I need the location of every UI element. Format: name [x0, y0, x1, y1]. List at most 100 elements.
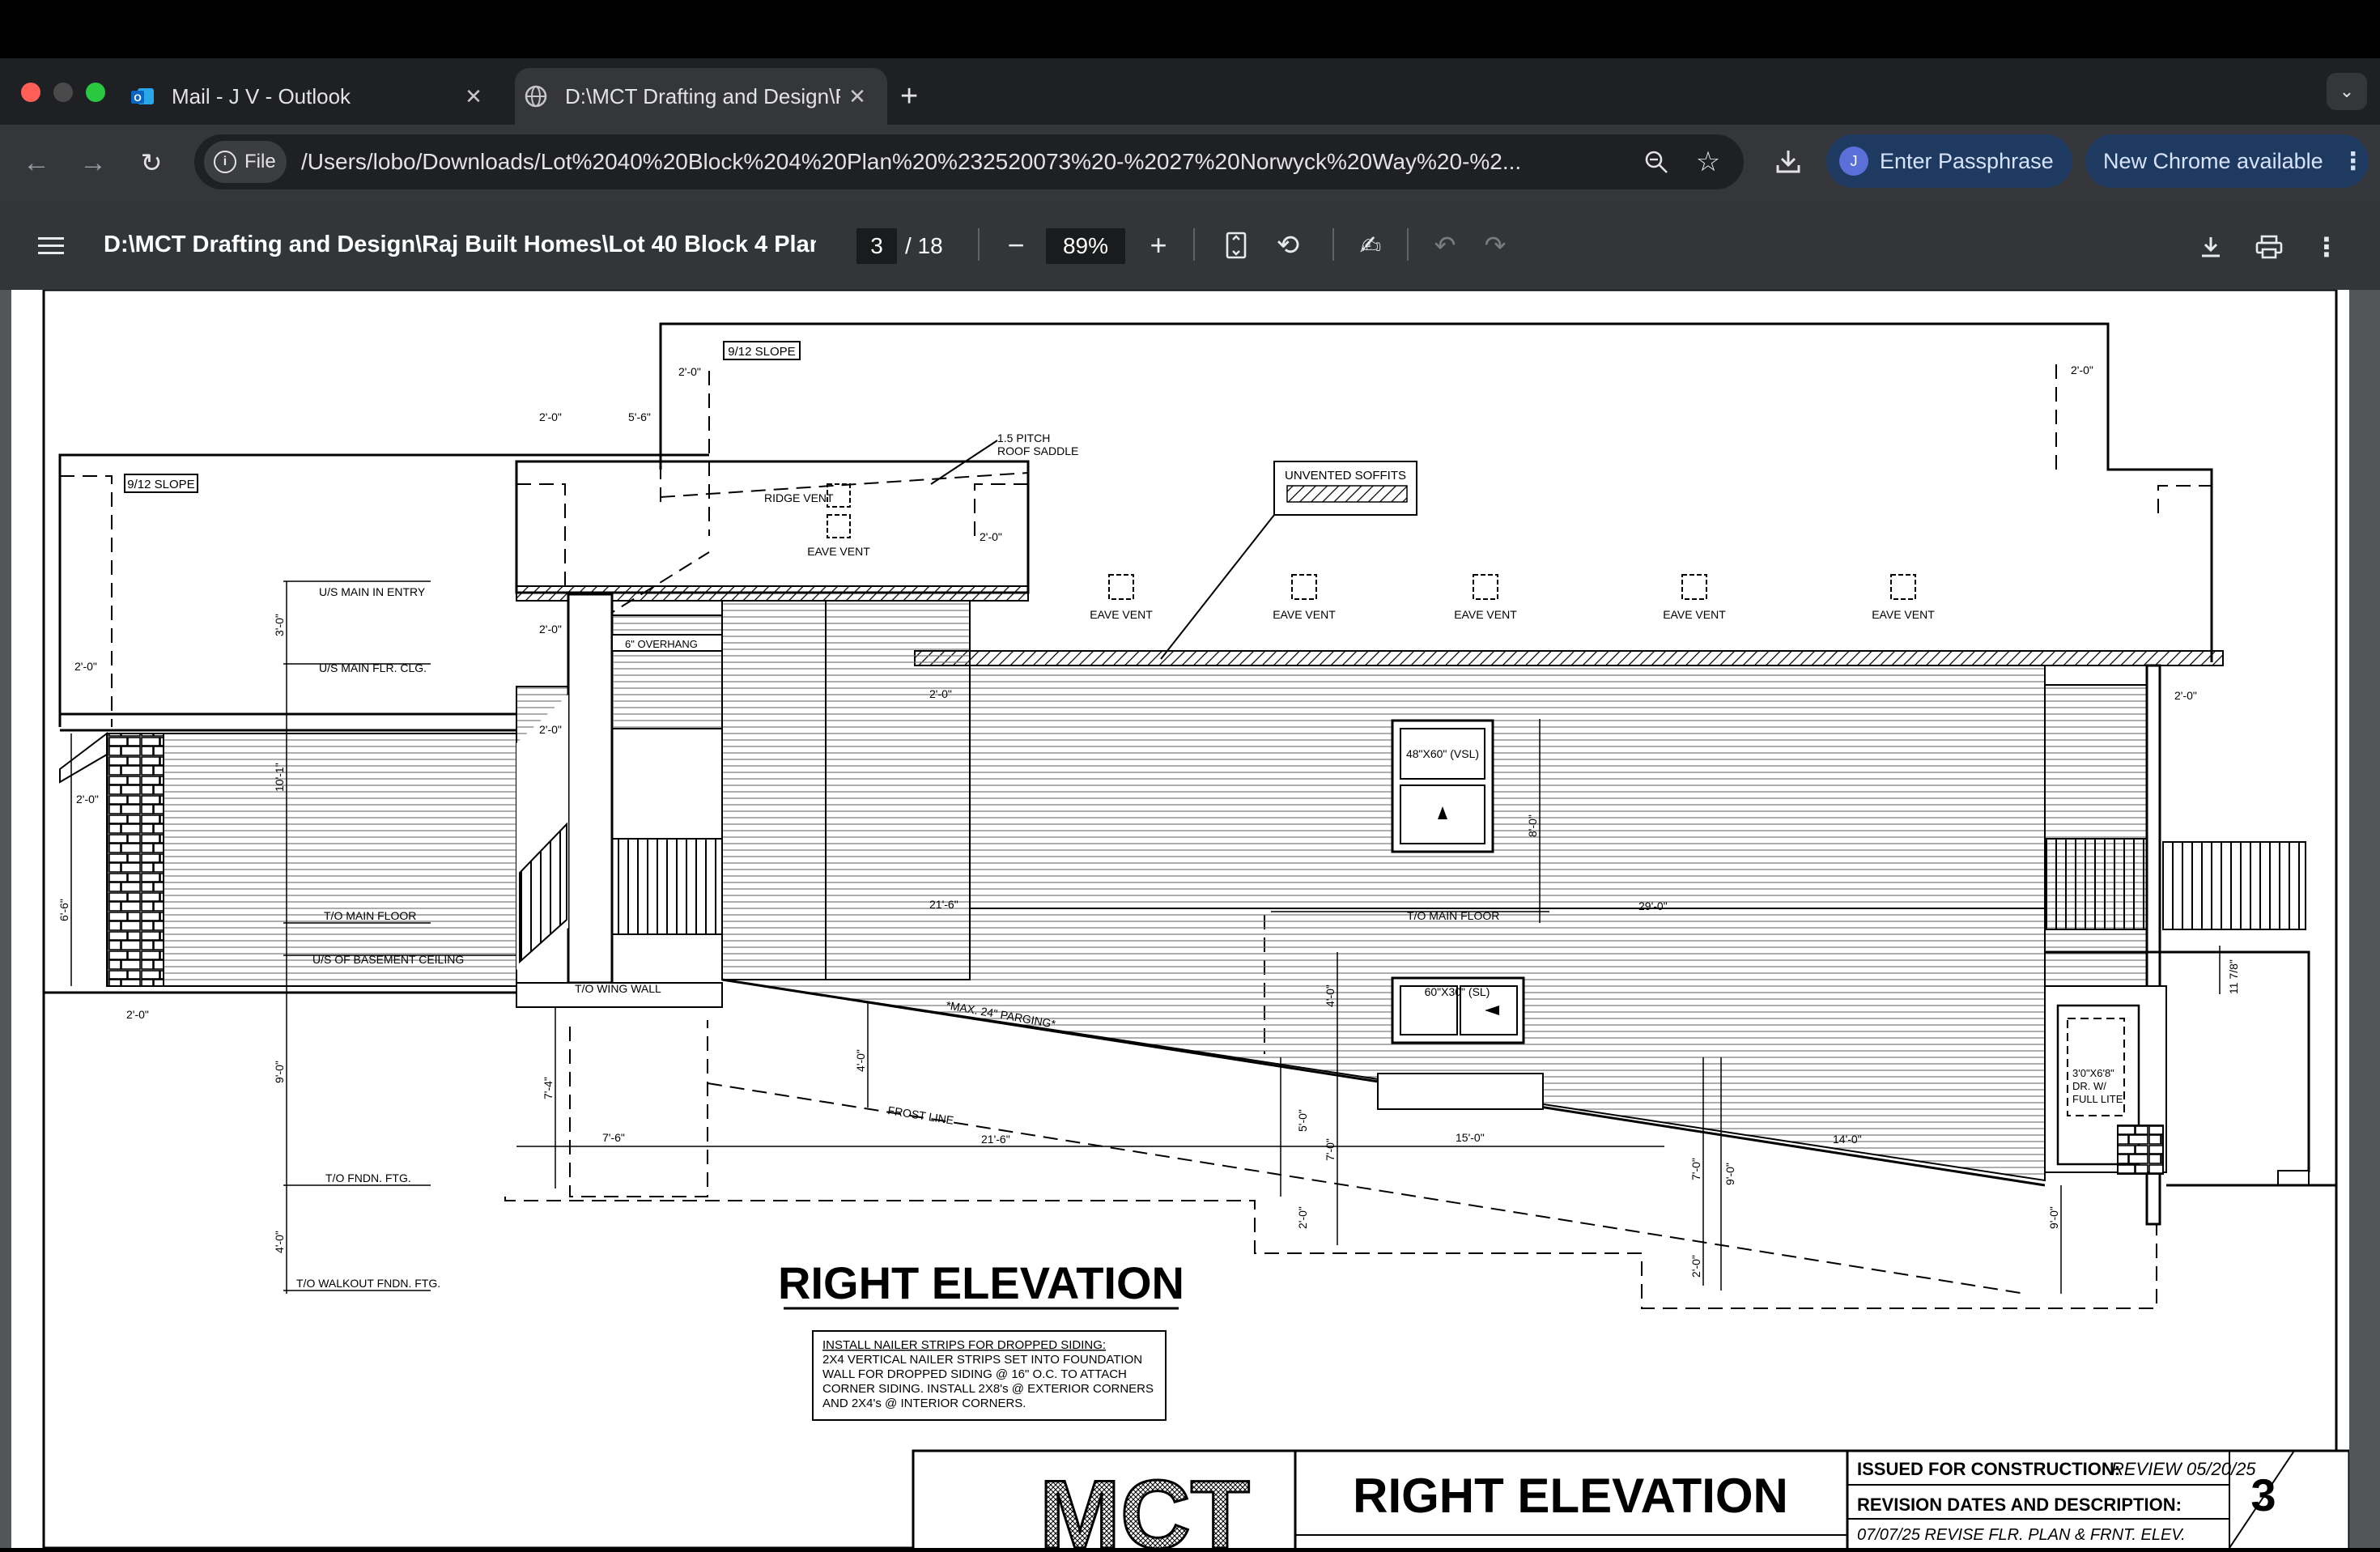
dim-label: 3'-0"	[273, 614, 286, 636]
issued-label: ISSUED FOR CONSTRUCTION:	[1857, 1459, 2120, 1479]
eave-vents: EAVE VENT EAVE VENT EAVE VENT EAVE VENT …	[1090, 574, 1935, 621]
dim-label: 10'-1"	[273, 763, 286, 792]
slope-label-top: 9/12 SLOPE	[728, 345, 795, 359]
divider	[1193, 228, 1195, 261]
forward-button[interactable]: →	[74, 144, 112, 181]
close-icon[interactable]: ✕	[844, 83, 871, 110]
window-label-2: 60"X30" (SL)	[1425, 985, 1490, 998]
profile-passphrase-button[interactable]: J Enter Passphrase	[1826, 134, 2072, 188]
unvented-soffits-label: UNVENTED SOFFITS	[1285, 469, 1406, 483]
dim-label: 5'-6"	[628, 410, 651, 423]
update-pill-label: New Chrome available	[2103, 148, 2323, 173]
door-label-1: 3'0"X6'8"	[2072, 1067, 2114, 1079]
dim-label: 29'-0"	[1638, 899, 1668, 912]
avatar: J	[1839, 147, 1868, 176]
dim-label: 2'-0"	[74, 660, 97, 673]
dim-label: 2'-0"	[126, 1008, 149, 1021]
reload-button[interactable]: ↻	[133, 144, 170, 181]
screen-top-bar	[0, 0, 2380, 58]
pdf-download-icon[interactable]	[2192, 228, 2229, 266]
window-label-1: 48"X60" (VSL)	[1406, 747, 1479, 760]
print-icon[interactable]	[2250, 228, 2288, 266]
note-line: CORNER SIDING. INSTALL 2X8's @ EXTERIOR …	[822, 1382, 1154, 1396]
eave-vent-label: EAVE VENT	[1454, 608, 1517, 621]
dim-label: 5'-0"	[1296, 1109, 1309, 1132]
pdf-page: 9/12 SLOPE 9/12 SLOPE 1.5 PITCH ROOF SAD…	[11, 288, 2351, 1552]
tab-search-chevron-icon[interactable]: ⌄	[2327, 73, 2367, 110]
pdf-title: D:\MCT Drafting and Design\Raj Built Hom…	[104, 232, 816, 257]
zoom-level-input[interactable]: 89%	[1046, 228, 1125, 264]
sheet-number: 3	[2250, 1469, 2276, 1520]
fit-page-icon[interactable]	[1218, 227, 1255, 264]
url-text[interactable]: /Users/lobo/Downloads/Lot%2040%20Block%2…	[301, 146, 1613, 178]
eave-vent-label: EAVE VENT	[1273, 608, 1336, 621]
menu-icon[interactable]	[32, 230, 70, 262]
dim-label: 2'-0"	[929, 687, 952, 700]
chrome-update-button[interactable]: New Chrome available ⋮	[2085, 134, 2369, 188]
dim-label: 7'-0"	[1689, 1158, 1702, 1180]
elevation-drawing: 9/12 SLOPE 9/12 SLOPE 1.5 PITCH ROOF SAD…	[42, 288, 2351, 1552]
issued-value: REVIEW 05/20/25	[2111, 1459, 2256, 1479]
page-number-input[interactable]: 3	[856, 228, 897, 264]
eave-vent-label: EAVE VENT	[1663, 608, 1726, 621]
dim-label: 2'-0"	[76, 793, 99, 806]
divider	[1407, 228, 1409, 261]
revision-value: 07/07/25 REVISE FLR. PLAN & FRNT. ELEV.	[1857, 1526, 2186, 1544]
redo-icon[interactable]: ↷	[1477, 227, 1514, 264]
globe-icon	[523, 83, 549, 109]
dim-label: 9'-0"	[2047, 1206, 2060, 1229]
tab-pdf[interactable]: D:\MCT Drafting and Design\R ✕	[515, 68, 887, 125]
more-options-icon[interactable]: ⋮	[2310, 228, 2343, 266]
dim-label: 4'-0"	[854, 1049, 867, 1072]
divider	[1332, 228, 1334, 261]
dim-label: 2'-0"	[1689, 1255, 1702, 1278]
frost-line-label: FROST LINE	[887, 1103, 955, 1127]
slope-label-left: 9/12 SLOPE	[127, 478, 194, 491]
dim-label: 2'-0"	[539, 723, 562, 736]
download-icon[interactable]	[1770, 142, 1807, 180]
zoom-window-button[interactable]	[86, 83, 105, 102]
title-block: MCT RIGHT ELEVATION ISSUED FOR CONSTRUCT…	[912, 1449, 2351, 1552]
revision-label: REVISION DATES AND DESCRIPTION:	[1857, 1495, 2182, 1515]
minimize-window-button[interactable]	[53, 83, 73, 102]
divider	[978, 228, 980, 261]
title-block-heading: RIGHT ELEVATION	[1353, 1469, 1788, 1523]
dim-label: 11 7/8"	[2227, 959, 2240, 994]
outlook-icon: O	[130, 83, 155, 109]
ridge-vent-label: RIDGE VENT	[764, 491, 834, 504]
eave-vent-label: EAVE VENT	[1872, 608, 1935, 621]
dim-label: 21'-6"	[929, 898, 958, 911]
zoom-in-button[interactable]: +	[1140, 227, 1177, 264]
tab-title: D:\MCT Drafting and Design\R	[565, 83, 840, 108]
close-window-button[interactable]	[21, 83, 40, 102]
undo-icon[interactable]: ↶	[1426, 227, 1464, 264]
eave-vent-label: EAVE VENT	[1090, 608, 1153, 621]
site-info-button[interactable]: i File	[204, 141, 287, 183]
dim-label: 2'-0"	[539, 410, 562, 423]
back-button[interactable]: ←	[18, 144, 55, 181]
rotate-icon[interactable]: ⟲	[1269, 227, 1307, 264]
dim-label: 21'-6"	[981, 1133, 1010, 1146]
dim-label: 2'-0"	[2071, 364, 2093, 376]
door-label-2: DR. W/	[2072, 1080, 2106, 1092]
close-icon[interactable]: ✕	[460, 83, 487, 110]
note-line: INSTALL NAILER STRIPS FOR DROPPED SIDING…	[822, 1338, 1106, 1352]
profile-pill-label: Enter Passphrase	[1880, 148, 2054, 173]
dim-label: 2'-0"	[980, 530, 1002, 543]
dim-label: 9'-0"	[1723, 1163, 1736, 1185]
pitch-label: 1.5 PITCH	[997, 432, 1050, 444]
tab-title: Mail - J V - Outlook	[172, 83, 351, 108]
page-total: / 18	[905, 233, 943, 258]
dim-label: 2'-0"	[2174, 689, 2197, 702]
dim-label: 4'-0"	[1324, 984, 1337, 1007]
annotate-pen-icon[interactable]: ✍	[1352, 227, 1389, 264]
mct-logo: MCT	[1039, 1461, 1250, 1548]
tab-outlook[interactable]: O Mail - J V - Outlook ✕	[130, 68, 504, 125]
new-tab-button[interactable]: +	[900, 68, 941, 125]
bookmark-star-icon[interactable]: ☆	[1690, 144, 1726, 180]
dim-label: 2'-0"	[678, 365, 701, 378]
zoom-out-button[interactable]: −	[997, 227, 1035, 264]
dim-label: 7'-6"	[602, 1131, 625, 1144]
zoom-icon[interactable]	[1638, 144, 1674, 180]
info-icon: i	[214, 151, 236, 173]
